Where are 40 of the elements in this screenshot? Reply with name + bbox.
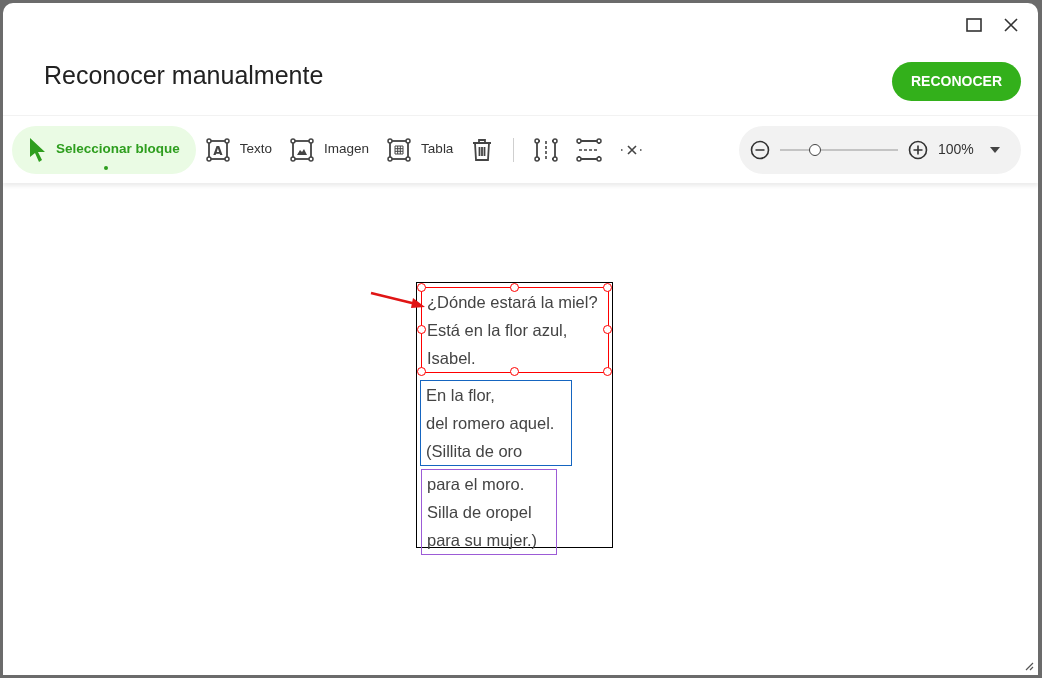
text-line: Está en la flor azul, — [427, 320, 568, 341]
zoom-slider[interactable] — [780, 143, 898, 156]
resize-handle[interactable] — [417, 367, 426, 376]
resize-handle[interactable] — [510, 367, 519, 376]
resize-handle[interactable] — [603, 367, 612, 376]
text-line: ¿Dónde estará la miel? — [427, 292, 598, 313]
text-block[interactable]: para el moro. Silla de oropel para su mujer.) — [421, 469, 557, 555]
text-line: para el moro. — [427, 474, 525, 495]
trash-icon — [471, 137, 494, 162]
zoom-out-icon[interactable] — [750, 139, 770, 160]
resize-handle[interactable] — [417, 283, 426, 292]
text-line: del romero aquel. — [426, 413, 555, 434]
text-line: Silla de oropel — [427, 502, 532, 523]
text-line: Isabel. — [427, 348, 476, 369]
tool-button[interactable]: Imagen — [282, 125, 378, 174]
text-line: (Sillita de oro — [426, 441, 523, 462]
cursor-icon — [28, 136, 46, 163]
resize-handle[interactable] — [603, 325, 612, 334]
resize-handle[interactable] — [510, 283, 519, 292]
dropdown-caret-icon[interactable] — [989, 146, 1000, 153]
resize-handle[interactable] — [417, 325, 426, 334]
image-frame-icon — [290, 137, 315, 162]
resize-handle[interactable] — [603, 283, 612, 292]
table-frame-icon — [387, 137, 412, 162]
horizontal-split-icon — [576, 137, 603, 162]
pointer-arrow — [370, 289, 426, 311]
text-line: En la flor, — [426, 385, 495, 406]
close-icon[interactable] — [1004, 18, 1018, 32]
zoom-in-icon[interactable] — [908, 139, 928, 160]
slider-thumb[interactable] — [809, 143, 822, 156]
text-frame-icon: A — [205, 137, 230, 162]
text-line: para su mujer.) — [427, 530, 538, 551]
window-title: Reconocer manualmente — [44, 60, 324, 92]
tool-button[interactable]: Tabla — [379, 125, 462, 174]
zoom-value: 100% — [938, 140, 974, 159]
vertical-split-icon — [534, 137, 559, 162]
maximize-icon[interactable] — [966, 18, 982, 32]
tool-button[interactable]: A Texto — [197, 125, 281, 174]
dotted-cross-icon — [620, 144, 645, 155]
resize-grip-icon[interactable] — [1024, 661, 1034, 671]
